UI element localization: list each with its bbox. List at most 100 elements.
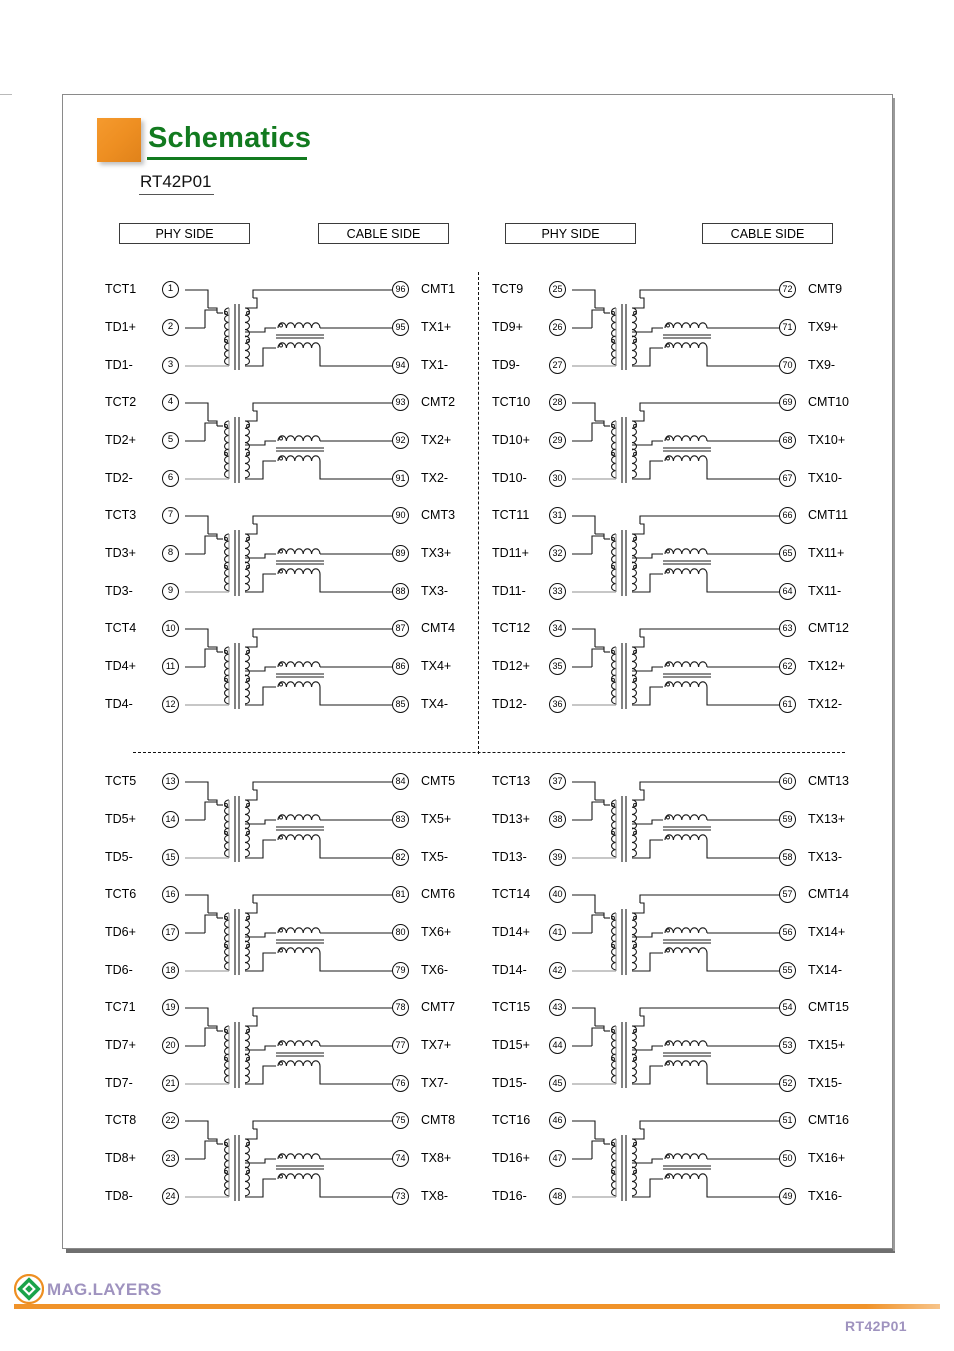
phy-pin-label: TD16-: [492, 1189, 527, 1203]
schematic-channel: TCT11 31 TD11+ 32 TD11- 33 66 CMT11 65 TX11+ 64 TX1…: [492, 498, 852, 611]
phy-pin-label: TCT1: [105, 282, 137, 296]
phy-pin-number: 24: [162, 1188, 179, 1205]
cable-pin-label: TX1-: [421, 358, 449, 372]
cable-pin-number: 94: [392, 357, 409, 374]
phy-pin-number: 37: [549, 773, 566, 790]
cable-pin-label: TX5-: [421, 850, 449, 864]
cable-pin-number: 67: [779, 470, 796, 487]
cable-pin-label: CMT5: [421, 774, 456, 788]
cable-pin-label: TX11-: [808, 584, 842, 598]
phy-pin-label: TD9-: [492, 358, 520, 372]
cable-pin-label: TX6-: [421, 963, 449, 977]
cable-pin-number: 53: [779, 1037, 796, 1054]
cable-pin-number: 49: [779, 1188, 796, 1205]
phy-pin-label: TCT16: [492, 1113, 531, 1127]
phy-pin-number: 3: [162, 357, 179, 374]
cable-pin-number: 93: [392, 394, 409, 411]
phy-pin-label: TD10+: [492, 433, 530, 447]
phy-pin-number: 31: [549, 507, 566, 524]
phy-pin-number: 25: [549, 281, 566, 298]
section-marker-square: [97, 118, 141, 162]
phy-pin-label: TD14-: [492, 963, 527, 977]
phy-pin-label: TD8-: [105, 1189, 133, 1203]
phy-pin-label: TD15+: [492, 1038, 530, 1052]
cable-pin-label: TX4+: [421, 659, 452, 673]
cable-pin-number: 92: [392, 432, 409, 449]
phy-side-header-2: PHY SIDE: [505, 223, 636, 244]
phy-pin-label: TCT11: [492, 508, 530, 522]
phy-pin-label: TD9+: [492, 320, 523, 334]
phy-pin-number: 9: [162, 583, 179, 600]
cable-pin-label: TX13+: [808, 812, 846, 826]
cable-pin-number: 86: [392, 658, 409, 675]
schematic-channel: TCT10 28 TD10+ 29 TD10- 30 69 CMT10 68 TX10+ 67 TX1…: [492, 385, 852, 498]
cable-pin-number: 72: [779, 281, 796, 298]
phy-pin-label: TD7+: [105, 1038, 136, 1052]
phy-pin-number: 7: [162, 507, 179, 524]
phy-pin-number: 43: [549, 999, 566, 1016]
schematic-channel: TCT14 40 TD14+ 41 TD14- 42 57 CMT14 56 TX14+ 55 TX1…: [492, 877, 852, 990]
cable-pin-number: 52: [779, 1075, 796, 1092]
cable-pin-number: 56: [779, 924, 796, 941]
phy-pin-number: 22: [162, 1112, 179, 1129]
cable-pin-label: CMT15: [808, 1000, 849, 1014]
phy-pin-number: 34: [549, 620, 566, 637]
cable-pin-number: 83: [392, 811, 409, 828]
cable-pin-label: CMT14: [808, 887, 849, 901]
page-frame-shadow-bottom: [66, 1249, 895, 1253]
phy-pin-label: TD1-: [105, 358, 133, 372]
cable-pin-label: TX2-: [421, 471, 449, 485]
cable-pin-number: 75: [392, 1112, 409, 1129]
schematic-channel: TCT4 10 TD4+ 11 TD4- 12 87 CMT4 86 TX4+ 85 TX4-: [105, 611, 465, 724]
phy-pin-label: TD16+: [492, 1151, 530, 1165]
phy-pin-number: 46: [549, 1112, 566, 1129]
cable-pin-number: 58: [779, 849, 796, 866]
phy-pin-number: 8: [162, 545, 179, 562]
phy-pin-number: 41: [549, 924, 566, 941]
cable-pin-label: TX8+: [421, 1151, 452, 1165]
cable-pin-number: 73: [392, 1188, 409, 1205]
cable-pin-label: TX2+: [421, 433, 452, 447]
phy-pin-label: TD5+: [105, 812, 136, 826]
phy-pin-label: TD4+: [105, 659, 136, 673]
phy-pin-number: 40: [549, 886, 566, 903]
part-number-underline: [139, 194, 214, 195]
phy-pin-label: TD10-: [492, 471, 527, 485]
cable-pin-label: CMT8: [421, 1113, 456, 1127]
phy-pin-label: TD6+: [105, 925, 136, 939]
cable-pin-number: 74: [392, 1150, 409, 1167]
phy-pin-number: 28: [549, 394, 566, 411]
phy-pin-label: TD8+: [105, 1151, 136, 1165]
schematic-channel: TCT12 34 TD12+ 35 TD12- 36 63 CMT12 62 TX12+ 61 TX1…: [492, 611, 852, 724]
cable-pin-number: 51: [779, 1112, 796, 1129]
phy-pin-label: TD4-: [105, 697, 133, 711]
cable-pin-label: TX9-: [808, 358, 836, 372]
phy-pin-label: TCT6: [105, 887, 137, 901]
phy-pin-number: 23: [162, 1150, 179, 1167]
cable-pin-number: 96: [392, 281, 409, 298]
phy-pin-number: 33: [549, 583, 566, 600]
phy-pin-number: 20: [162, 1037, 179, 1054]
phy-pin-number: 17: [162, 924, 179, 941]
phy-pin-number: 16: [162, 886, 179, 903]
schematic-channel: TCT1 1 TD1+ 2 TD1- 3 96 CMT1 95 TX1+ 94 TX1-: [105, 272, 465, 385]
phy-pin-label: TD13+: [492, 812, 530, 826]
phy-pin-label: TCT5: [105, 774, 137, 788]
cable-pin-number: 95: [392, 319, 409, 336]
schematic-channel: TCT5 13 TD5+ 14 TD5- 15 84 CMT5 83 TX5+ 82 TX5-: [105, 764, 465, 877]
page-title-underline: [147, 157, 307, 160]
phy-pin-label: TCT10: [492, 395, 531, 409]
cable-pin-label: TX1+: [421, 320, 452, 334]
cable-pin-number: 76: [392, 1075, 409, 1092]
phy-pin-number: 35: [549, 658, 566, 675]
cable-pin-label: TX7-: [421, 1076, 449, 1090]
footer-brand-label: MAG.LAYERS: [47, 1280, 162, 1299]
cable-pin-label: TX12+: [808, 659, 846, 673]
phy-pin-number: 6: [162, 470, 179, 487]
schematic-channel: TCT9 25 TD9+ 26 TD9- 27 72 CMT9 71 TX9+ 70 TX9-: [492, 272, 852, 385]
maglayers-logo-icon: [13, 1273, 45, 1305]
cable-pin-number: 59: [779, 811, 796, 828]
phy-pin-label: TD14+: [492, 925, 530, 939]
cable-pin-number: 78: [392, 999, 409, 1016]
cable-pin-label: TX8-: [421, 1189, 449, 1203]
